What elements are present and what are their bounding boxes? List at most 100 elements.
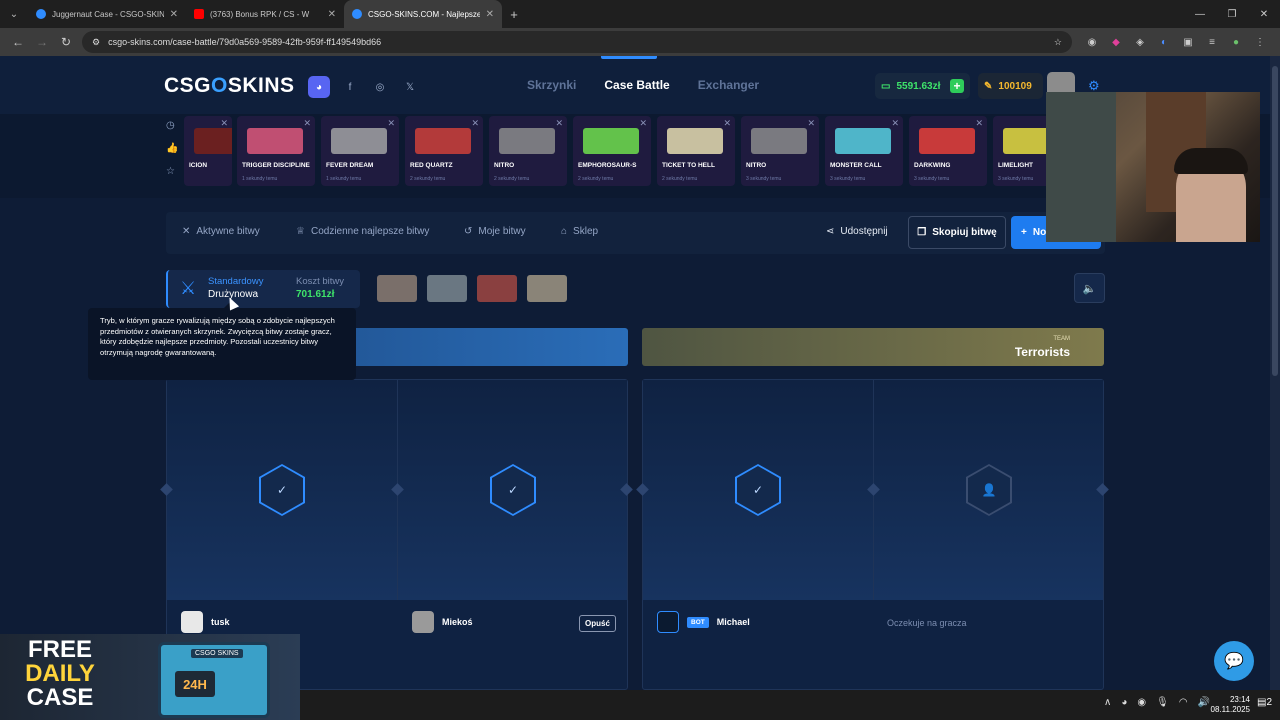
restore-icon[interactable]: ❐ (1216, 0, 1248, 28)
discord-icon[interactable]: ◕ (308, 76, 330, 98)
player-row: BOT Michael Oczekuje na gracza (643, 600, 1103, 646)
extensions-area: ◉ ◆ ◈ ◐ ▣ ≡ ● ⋮ (1084, 34, 1268, 50)
case-image (835, 128, 891, 154)
pencil-icon: ✎ (984, 80, 993, 92)
facebook-icon[interactable]: f (340, 77, 360, 97)
leave-button[interactable]: Opuść (579, 615, 616, 632)
strip-filters: ◷ 👍 ☆ (166, 120, 178, 177)
recent-case-card[interactable]: FEVER DREAM 1 sekundy temu ✕ (321, 116, 399, 186)
extension-icon[interactable]: ◆ (1108, 34, 1124, 50)
x-icon[interactable]: 𝕏 (400, 77, 420, 97)
close-icon[interactable]: ✕ (328, 9, 336, 20)
recent-case-card[interactable]: DARKWING 3 sekundy temu ✕ (909, 116, 987, 186)
volume-icon[interactable]: 🔊 (1198, 697, 1210, 708)
recent-case-card[interactable]: TRIGGER DISCIPLINE 1 sekundy temu ✕ (237, 116, 315, 186)
chevron-up-icon[interactable]: ∧ (1104, 697, 1111, 708)
case-time: 2 sekundy temu (578, 176, 614, 182)
case-image (919, 128, 975, 154)
extension-icon[interactable]: ◈ (1132, 34, 1148, 50)
star-icon[interactable]: ☆ (166, 166, 178, 177)
site-info-icon[interactable]: ⚙ (92, 37, 100, 48)
tab-active-battles[interactable]: ✕ Aktywne bitwy (182, 226, 260, 237)
history-icon: ↺ (464, 226, 473, 237)
nav-case-battle[interactable]: Case Battle (604, 78, 669, 92)
reload-icon[interactable]: ↻ (54, 30, 78, 54)
recent-case-card[interactable]: TICKET TO HELL 2 sekundy temu ✕ (657, 116, 735, 186)
tab-shop[interactable]: ⌂ Sklep (561, 226, 598, 237)
new-tab-button[interactable]: + (502, 7, 526, 22)
extension-icon[interactable]: ◐ (1156, 34, 1172, 50)
page-scrollbar[interactable] (1270, 56, 1280, 690)
recent-case-card[interactable]: ICION ✕ (184, 116, 232, 186)
profile-icon[interactable]: ● (1228, 34, 1244, 50)
sound-toggle-button[interactable]: 🔈 (1074, 273, 1105, 303)
menu-icon[interactable]: ⋮ (1252, 34, 1268, 50)
nav-exchanger[interactable]: Exchanger (698, 78, 759, 92)
crossed-swords-icon: ✕ (220, 118, 228, 128)
browser-tab-1[interactable]: Juggernaut Case - CSGO-SKINS ✕ (28, 0, 186, 28)
case-image (415, 128, 471, 154)
puzzle-icon[interactable]: ▣ (1180, 34, 1196, 50)
site-logo[interactable]: CSGOSKINS (164, 74, 295, 98)
balance-display[interactable]: ▭ 5591.63zł + (875, 73, 970, 99)
tab-my-battles[interactable]: ↺ Moje bitwy (464, 226, 526, 237)
recent-case-card[interactable]: RED QUARTZ 2 sekundy temu ✕ (405, 116, 483, 186)
instagram-icon[interactable]: ◎ (370, 77, 390, 97)
case-image (583, 128, 639, 154)
battle-case-thumb[interactable] (427, 275, 467, 302)
case-time: 2 sekundy temu (494, 176, 530, 182)
clock-icon[interactable]: ◷ (166, 120, 178, 131)
close-window-icon[interactable]: ✕ (1248, 0, 1280, 28)
recent-case-card[interactable]: MONSTER CALL 3 sekundy temu ✕ (825, 116, 903, 186)
thumbs-up-icon[interactable]: 👍 (166, 143, 178, 154)
waiting-for-player[interactable]: Oczekuje na gracza (887, 618, 967, 628)
tab-list-button[interactable]: ⌄ (0, 0, 28, 28)
nav-skrzynki[interactable]: Skrzynki (527, 78, 576, 92)
close-icon[interactable]: ✕ (486, 9, 494, 20)
notification-icon[interactable]: ▤2 (1257, 697, 1272, 708)
player-michael[interactable]: BOT Michael (657, 611, 750, 633)
wifi-icon[interactable]: ◠ (1179, 697, 1188, 708)
media-icon[interactable]: ≡ (1204, 34, 1220, 50)
battle-case-thumb[interactable] (527, 275, 567, 302)
crossed-swords-icon: ⚔ (180, 278, 197, 298)
battle-case-thumb[interactable] (377, 275, 417, 302)
deposit-button[interactable]: + (950, 79, 964, 93)
close-icon[interactable]: ✕ (170, 9, 178, 20)
recent-case-card[interactable]: NITRO 3 sekundy temu ✕ (741, 116, 819, 186)
browser-tab-2[interactable]: (3763) Bonus RPK / CS - W ✕ (186, 0, 344, 28)
app-tray-icon[interactable]: ◉ (1137, 697, 1146, 708)
tab-favicon (352, 9, 362, 19)
tab-daily-best[interactable]: ♕ Codzienne najlepsze bitwy (296, 226, 429, 237)
scrollbar-thumb[interactable] (1272, 66, 1278, 376)
back-icon[interactable]: ← (6, 30, 30, 54)
mic-icon[interactable]: 🎙 (1156, 697, 1169, 708)
case-name: RED QUARTZ (410, 162, 453, 169)
battle-case-thumb[interactable] (477, 275, 517, 302)
discord-tray-icon[interactable]: ◕ (1121, 697, 1127, 708)
minimize-icon[interactable]: — (1184, 0, 1216, 28)
copy-battle-button[interactable]: ❐ Skopiuj bitwę (908, 216, 1006, 249)
extension-icon[interactable]: ◉ (1084, 34, 1100, 50)
browser-tab-3[interactable]: CSGO-SKINS.COM - Najlepsze ✕ (344, 0, 502, 28)
share-button[interactable]: ⋖ Udostępnij (826, 226, 888, 237)
speaker-icon: 🔈 (1082, 282, 1097, 295)
player-miekos[interactable]: Miekoś (412, 611, 473, 633)
plus-icon: + (1021, 227, 1027, 238)
chat-bubble-icon[interactable]: 💬 (1214, 641, 1254, 681)
bookmark-star-icon[interactable]: ☆ (1054, 37, 1062, 48)
recent-case-card[interactable]: EMPHOROSAUR-S 2 sekundy temu ✕ (573, 116, 651, 186)
box-label: CSGO SKINS (191, 649, 243, 658)
address-bar[interactable]: ⚙ csgo-skins.com/case-battle/79d0a569-95… (82, 31, 1072, 53)
battle-mode-info[interactable]: ⚔ Standardowy Drużynowa Koszt bitwy 701.… (166, 270, 360, 308)
player-tusk[interactable]: tusk (181, 611, 230, 633)
coins-display[interactable]: ✎ 100109 (978, 73, 1043, 99)
system-clock[interactable]: 23:14 08.11.2025 (1211, 695, 1250, 715)
forward-icon[interactable]: → (30, 30, 54, 54)
bot-avatar (657, 611, 679, 633)
swords-icon: ✕ (182, 226, 191, 237)
recent-case-card[interactable]: NITRO 2 sekundy temu ✕ (489, 116, 567, 186)
url-text: csgo-skins.com/case-battle/79d0a569-9589… (108, 37, 382, 47)
case-time: 1 sekundy temu (242, 176, 278, 182)
share-icon: ⋖ (826, 226, 835, 237)
